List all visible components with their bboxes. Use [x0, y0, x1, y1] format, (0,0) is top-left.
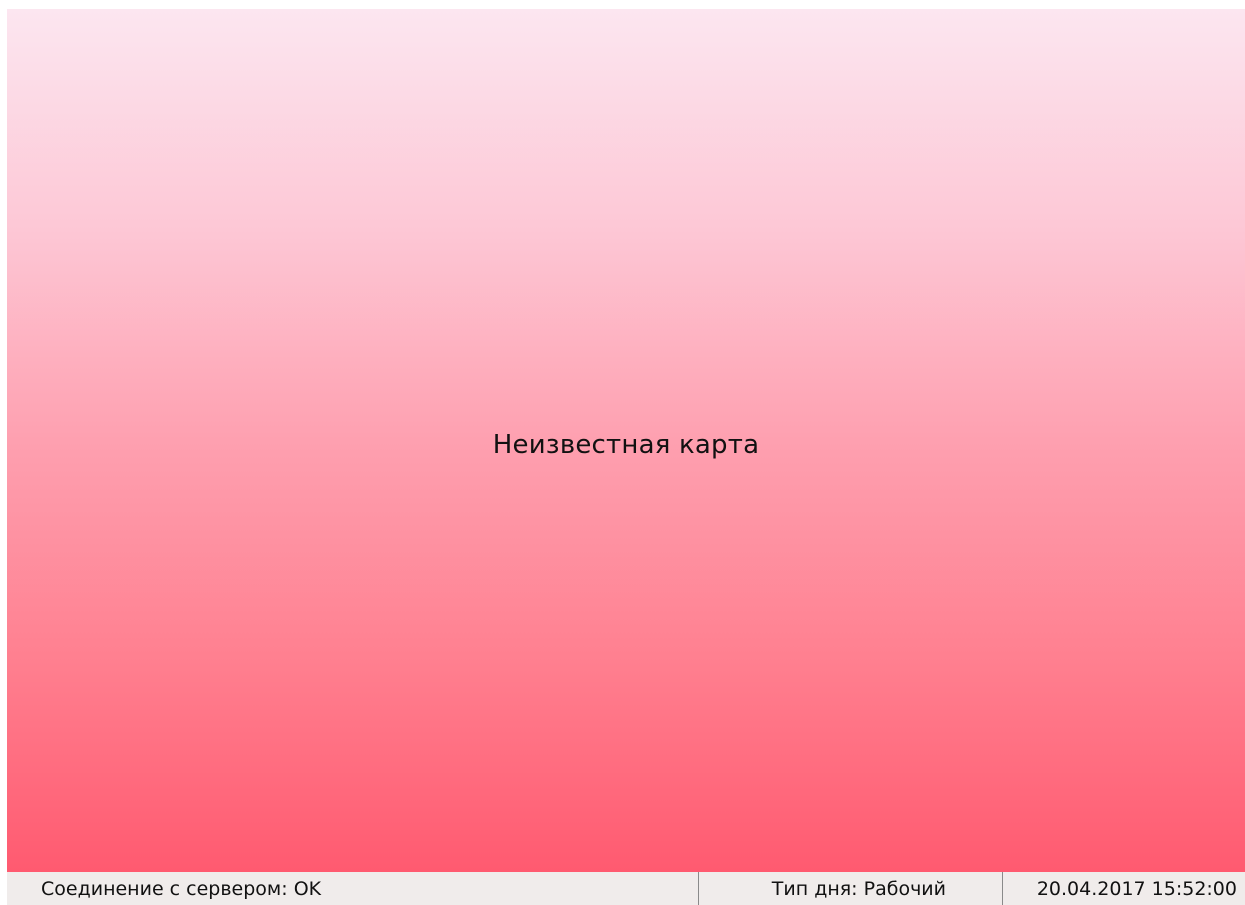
- card-message: Неизвестная карта: [492, 429, 760, 460]
- day-type-status: Тип дня: Рабочий: [699, 872, 1003, 905]
- status-bar: Соединение с сервером: OK Тип дня: Рабоч…: [7, 872, 1245, 905]
- connection-status: Соединение с сервером: OK: [7, 872, 699, 905]
- app-window: Неизвестная карта Соединение с сервером:…: [7, 9, 1245, 905]
- card-status-panel: Неизвестная карта: [7, 9, 1245, 872]
- datetime-status: 20.04.2017 15:52:00: [1036, 877, 1237, 900]
